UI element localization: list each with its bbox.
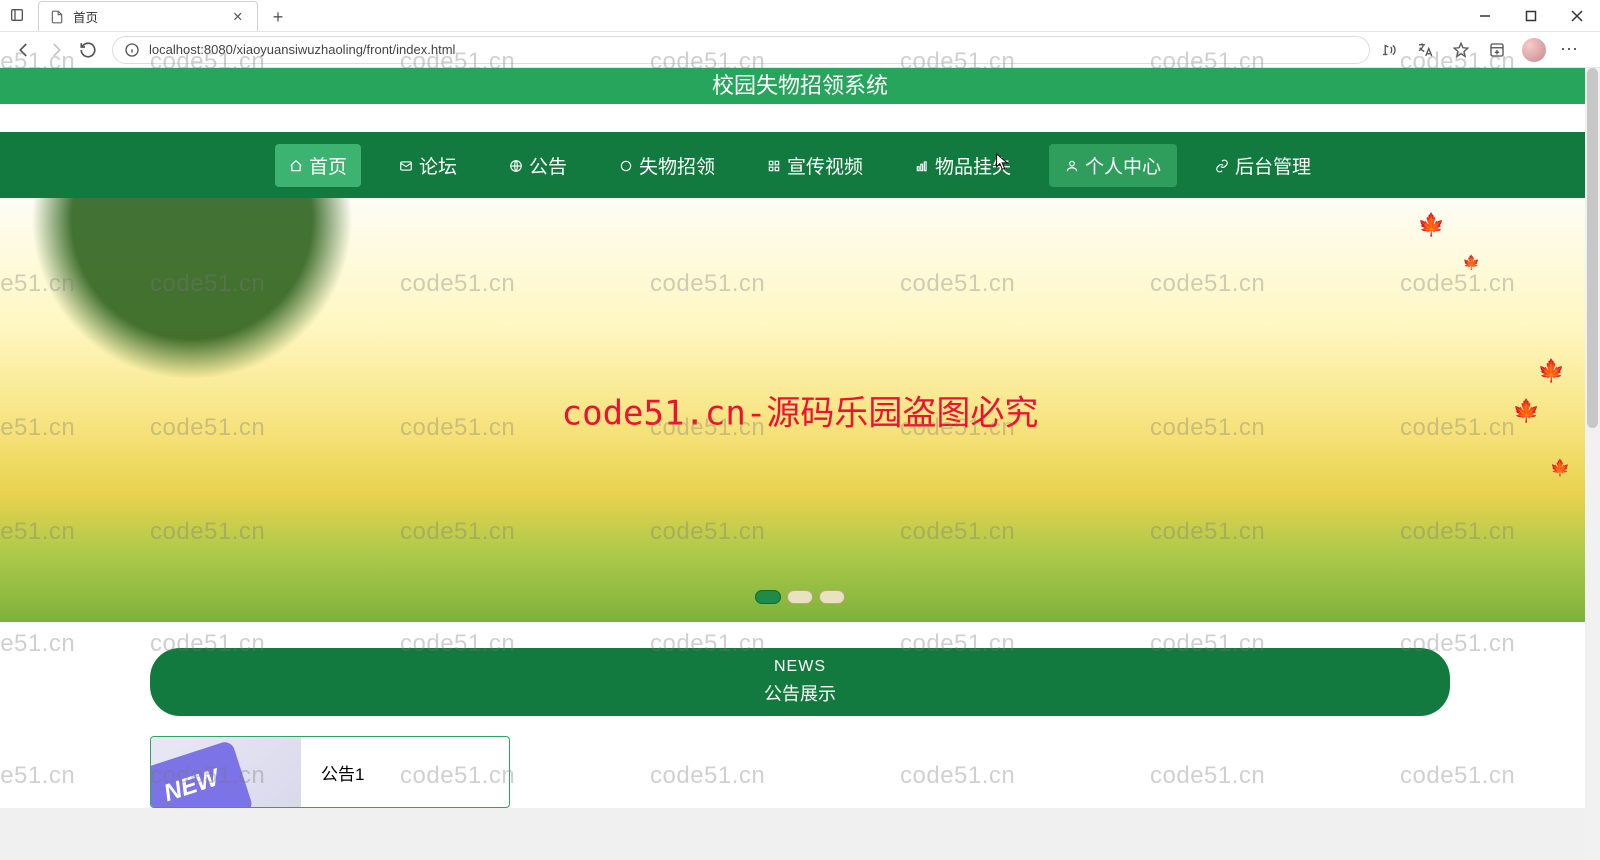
back-button[interactable] [8, 34, 40, 66]
page-favicon-icon [49, 9, 65, 25]
profile-avatar[interactable] [1522, 38, 1546, 62]
nav-label: 首页 [309, 152, 347, 179]
nav-label: 后台管理 [1235, 152, 1311, 179]
collections-icon[interactable] [1486, 39, 1508, 61]
carousel-dot[interactable] [787, 590, 813, 604]
nav-item-bars[interactable]: 物品挂失 [901, 144, 1025, 187]
home-icon [289, 158, 303, 172]
nav-label: 个人中心 [1085, 152, 1161, 179]
window-close-icon[interactable] [1554, 0, 1600, 32]
mail-icon [399, 158, 413, 172]
nav-item-home[interactable]: 首页 [275, 144, 361, 187]
nav-label: 物品挂失 [935, 152, 1011, 179]
globe-icon [509, 158, 523, 172]
news-heading-en: NEWS [150, 658, 1450, 676]
nav-item-circle[interactable]: 失物招领 [605, 144, 729, 187]
window-maximize-icon[interactable] [1508, 0, 1554, 32]
tab-close-icon[interactable]: ✕ [229, 9, 247, 24]
nav-item-user[interactable]: 个人中心 [1049, 144, 1177, 187]
site-title: 校园失物招领系统 [0, 68, 1600, 104]
nav-item-link[interactable]: 后台管理 [1201, 144, 1325, 187]
carousel-dot[interactable] [755, 590, 781, 604]
link-icon [1215, 158, 1229, 172]
bars-icon [915, 158, 929, 172]
new-badge: NEW [151, 740, 254, 807]
carousel-banner[interactable]: 🍁 🍁 🍁 🍁 🍁 code51.cn-源码乐园盗图必究 [0, 198, 1600, 622]
refresh-button[interactable] [72, 34, 104, 66]
nav-label: 论坛 [419, 152, 457, 179]
nav-label: 失物招领 [639, 152, 715, 179]
forward-button[interactable] [40, 34, 72, 66]
nav-label: 宣传视频 [787, 152, 863, 179]
carousel-dots [755, 590, 845, 604]
nav-label: 公告 [529, 152, 567, 179]
tab-title: 首页 [73, 7, 229, 26]
url-text: localhost:8080/xiaoyuansiwuzhaoling/fron… [149, 42, 455, 57]
vertical-scrollbar[interactable] [1585, 68, 1600, 860]
scrollbar-thumb[interactable] [1587, 68, 1598, 428]
nav-item-globe[interactable]: 公告 [495, 144, 581, 187]
site-info-icon[interactable] [123, 41, 141, 59]
page-content: 校园失物招领系统 首页 论坛 公告 失物招领 宣传视频 物品挂失 个人中心 后台管理 🍁 🍁 … [0, 68, 1600, 808]
banner-watermark-text: code51.cn-源码乐园盗图必究 [562, 386, 1039, 435]
browser-menu-icon[interactable]: ⋯ [1560, 39, 1580, 60]
window-minimize-icon[interactable] [1462, 0, 1508, 32]
favorites-icon[interactable] [1450, 39, 1472, 61]
browser-tab[interactable]: 首页 ✕ [38, 1, 258, 31]
main-nav: 首页 论坛 公告 失物招领 宣传视频 物品挂失 个人中心 后台管理 [0, 132, 1600, 198]
url-input[interactable]: localhost:8080/xiaoyuansiwuzhaoling/fron… [112, 36, 1370, 64]
tab-actions-icon[interactable] [0, 0, 34, 31]
news-title: 公告1 [301, 737, 509, 807]
nav-item-grid[interactable]: 宣传视频 [753, 144, 877, 187]
news-heading: NEWS 公告展示 [150, 648, 1450, 716]
news-heading-cn: 公告展示 [150, 680, 1450, 706]
read-aloud-icon[interactable] [1378, 39, 1400, 61]
browser-titlebar: 首页 ✕ + [0, 0, 1600, 32]
news-thumb: NEW [151, 737, 301, 807]
news-card[interactable]: NEW 公告1 [150, 736, 510, 808]
browser-addressbar: localhost:8080/xiaoyuansiwuzhaoling/fron… [0, 32, 1600, 68]
user-icon [1065, 158, 1079, 172]
nav-item-mail[interactable]: 论坛 [385, 144, 471, 187]
carousel-dot[interactable] [819, 590, 845, 604]
new-tab-button[interactable]: + [264, 3, 292, 31]
circle-icon [619, 158, 633, 172]
translate-icon[interactable] [1414, 39, 1436, 61]
grid-icon [767, 158, 781, 172]
